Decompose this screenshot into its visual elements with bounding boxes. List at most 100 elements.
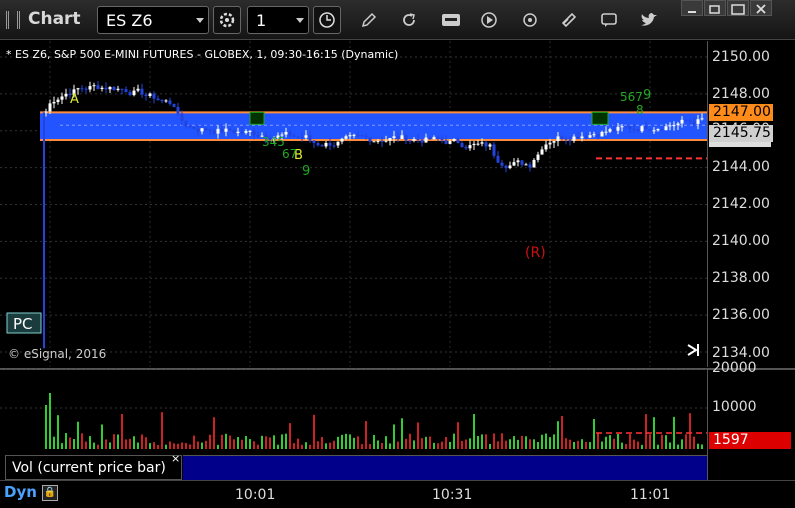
candle-body [340,138,344,142]
candle-body [224,128,228,132]
dynamic-mode-label[interactable]: Dyn [4,483,37,501]
candle-body [360,135,364,137]
candle-body [308,135,312,141]
volume-bar [577,440,579,449]
volume-bar [145,437,147,449]
volume-bar [165,444,167,449]
volume-bar [149,443,151,449]
candle-body [632,128,636,130]
price-chart[interactable]: AB(R)345679567 98PC [0,41,707,367]
candle-body [688,120,692,122]
maximize-button[interactable] [727,0,749,16]
candle-body [84,88,88,90]
volume-bar [397,441,399,449]
price-tick: 2148.00 [712,86,770,102]
drag-grip-icon[interactable] [6,11,20,29]
candle-body [332,145,336,147]
volume-bar [393,424,395,449]
volume-bar [273,435,275,449]
candle-body [200,128,204,132]
settings-gear-button[interactable] [213,6,241,34]
target-icon[interactable] [519,9,541,31]
volume-bar [609,435,611,449]
candle-body [592,134,596,136]
link-icon[interactable] [558,9,580,31]
volume-bar [557,421,559,449]
volume-bar [341,434,343,449]
volume-bar [417,422,419,449]
interval-input[interactable]: 1 [247,6,309,34]
volume-bar [585,441,587,449]
volume-bar [685,434,687,449]
copyright: © eSignal, 2016 [8,347,107,361]
candle-body [664,126,668,131]
volume-bar [441,441,443,449]
candle-body [504,165,508,169]
volume-bar [217,444,219,449]
candle-body [528,164,532,168]
volume-bar [649,434,651,449]
close-window-button[interactable] [750,0,772,16]
candle-body [304,135,308,138]
play-icon[interactable] [478,9,500,31]
candle-body [692,121,696,124]
volume-legend[interactable]: Vol (current price bar) [5,455,182,480]
volume-bar [321,437,323,449]
candle-body [256,134,260,137]
lock-icon[interactable]: 🔒 [42,485,58,501]
candle-body [376,140,380,142]
time-axis[interactable] [0,480,795,508]
symbol-input[interactable]: ES Z6 [97,6,209,34]
candle-body [580,136,584,139]
candle-body [216,128,220,134]
volume-bar [285,433,287,449]
volume-bar [601,441,603,449]
volume-bar [281,434,283,449]
restore-button[interactable] [704,0,726,16]
candle-body [336,141,340,146]
volume-bar [669,442,671,449]
candle-body [676,123,680,126]
candle-body [624,126,628,128]
volume-bar [657,444,659,449]
volume-bar [129,438,131,449]
candle-body [328,142,332,146]
candle-body [44,111,48,113]
volume-bar [501,433,503,449]
volume-chart[interactable] [0,369,707,455]
volume-bar [561,416,563,449]
chevron-down-icon[interactable] [296,18,304,23]
volume-bar [493,433,495,449]
candle-body [156,98,160,101]
volume-bar [365,421,367,449]
volume-bar [253,441,255,449]
candle-body [428,137,432,140]
volume-bar [229,435,231,449]
get-data-icon[interactable] [440,9,462,31]
close-icon[interactable]: × [171,452,180,465]
minimize-button[interactable] [681,0,703,16]
volume-bar [333,440,335,449]
candle-body [208,129,212,131]
volume-bar [533,439,535,449]
twitter-icon[interactable] [638,9,660,31]
candle-body [668,125,672,127]
candle-body [312,140,316,144]
time-tick: 10:31 [432,487,473,503]
volume-bar [345,433,347,449]
candle-body [152,93,156,99]
clock-button[interactable] [313,6,341,34]
pencil-icon[interactable] [358,9,380,31]
candle-body [296,136,300,138]
refresh-icon[interactable] [398,9,420,31]
volume-bar [125,439,127,449]
chevron-down-icon[interactable] [196,18,204,23]
volume-bar [221,434,223,449]
volume-bar [673,416,675,449]
volume-axis[interactable] [707,368,795,480]
comment-icon[interactable] [598,9,620,31]
candle-body [180,113,184,121]
price-tag-high: 2147.00 [709,104,773,121]
time-tick: 10:01 [235,487,276,503]
volume-bar [201,442,203,449]
